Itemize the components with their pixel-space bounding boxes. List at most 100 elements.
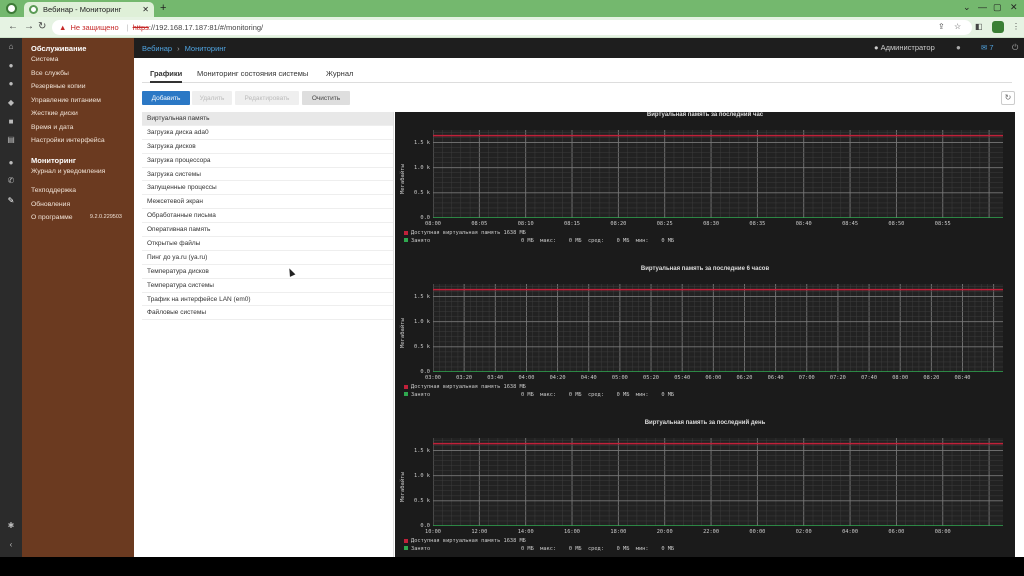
user-menu[interactable]: ● Администратор — [874, 43, 935, 52]
messages-button[interactable]: ✉ 7 — [981, 43, 994, 52]
edit-button[interactable]: Редактировать — [235, 91, 299, 105]
add-button[interactable]: Добавить — [142, 91, 190, 105]
legend-name: Доступная виртуальная память — [411, 230, 501, 236]
chart-list-item[interactable]: Запущенные процессы — [142, 181, 393, 196]
sidebar: Обслуживание Система Все службы Резервны… — [22, 38, 134, 557]
location-pin-icon[interactable]: ● — [6, 158, 16, 168]
document-icon[interactable]: ▤ — [6, 135, 16, 145]
chart-list-item[interactable]: Межсетевой экран — [142, 195, 393, 210]
chart-list-item[interactable]: Загрузка процессора — [142, 154, 393, 168]
chart-list-item[interactable]: Температура дисков — [142, 265, 393, 279]
x-tick-label: 08:10 — [517, 221, 534, 227]
user-icon[interactable]: ● — [6, 61, 16, 71]
chart-list-item[interactable]: Загрузка системы — [142, 168, 393, 182]
sidebar-item-logs[interactable]: Журнал и уведомления — [22, 165, 134, 179]
address-bar[interactable]: ▲ Не защищено | https ://192.168.17.187:… — [52, 20, 972, 35]
about-label: О программе — [31, 214, 73, 221]
sidebar-item-services[interactable]: Все службы — [22, 67, 134, 81]
users-icon[interactable]: ● — [6, 79, 16, 89]
settings-gear-icon[interactable]: ✱ — [6, 521, 16, 531]
messages-count: 7 — [989, 43, 994, 52]
legend-row: Занято 0 МБ макс: 0 МБ сред: 0 МБ мин: 0 … — [404, 546, 674, 554]
chevron-down-icon[interactable]: ⌄ — [963, 2, 971, 13]
sidebar-item-support[interactable]: Техподдержка — [22, 184, 134, 198]
version-label: 9.2.0.229503 — [89, 214, 122, 220]
folder-icon[interactable]: ■ — [6, 117, 16, 127]
delete-button[interactable]: Удалить — [192, 91, 232, 105]
legend-name: Доступная виртуальная память — [411, 384, 501, 390]
chart-list-item[interactable]: Обработанные письма — [142, 209, 393, 224]
chart-list: Виртуальная память Загрузка диска ada0 Заг… — [142, 112, 393, 321]
refresh-icon[interactable]: ↻ — [1001, 91, 1015, 105]
site-favicon-icon — [29, 5, 38, 14]
sidebar-item-power[interactable]: Управление питанием — [22, 94, 134, 108]
legend-swatch — [404, 538, 408, 543]
tab-graphs[interactable]: Графики — [150, 69, 183, 83]
close-window-icon[interactable]: ✕ — [1010, 2, 1018, 13]
legend-swatch — [404, 230, 408, 235]
back-icon[interactable]: ← — [8, 21, 18, 32]
maximize-icon[interactable]: ▢ — [993, 2, 1002, 13]
tab-journal[interactable]: Журнал — [326, 69, 353, 78]
user-name: Администратор — [880, 43, 935, 52]
menu-kebab-icon[interactable]: ⋮ — [1012, 22, 1020, 31]
x-tick-label: 08:00 — [892, 375, 909, 381]
phone-icon[interactable]: ✆ — [6, 176, 16, 186]
reload-icon[interactable]: ↻ — [38, 21, 46, 32]
chart-list-item[interactable]: Загрузка дисков — [142, 140, 393, 154]
browser-app-icon[interactable] — [6, 3, 17, 14]
share-icon[interactable]: ⇪ — [938, 22, 945, 31]
breadcrumb-root[interactable]: Вебинар — [142, 44, 172, 53]
chart-list-item[interactable]: Оперативная память — [142, 223, 393, 238]
logout-icon[interactable]: ⏻ — [1012, 43, 1018, 53]
x-tick-label: 07:20 — [829, 375, 846, 381]
sidebar-icon[interactable]: ◧ — [975, 22, 983, 31]
chart-list-item[interactable]: Температура системы — [142, 279, 393, 293]
shield-icon[interactable]: ◆ — [6, 98, 16, 108]
chart-legend: Доступная виртуальная память 1638 МБ Заня… — [404, 230, 674, 245]
sidebar-item-backups[interactable]: Резервные копии — [22, 80, 134, 94]
chart-list-item[interactable]: Виртуальная память — [142, 112, 393, 126]
wrench-icon[interactable]: ✎ — [6, 196, 16, 206]
x-tick-label: 08:40 — [954, 375, 971, 381]
chart-list-item[interactable]: Трафик на интерфейсе LAN (em0) — [142, 293, 393, 307]
graph-title: Виртуальная память за последние 6 часов — [640, 266, 770, 272]
bookmark-star-icon[interactable]: ☆ — [954, 22, 961, 31]
clear-button[interactable]: Очистить — [302, 91, 350, 105]
legend-swatch — [404, 238, 408, 242]
home-icon[interactable]: ⌂ — [6, 42, 16, 52]
legend-name: Доступная виртуальная память — [411, 538, 501, 544]
chart-list-item[interactable]: Пинг до ya.ru (ya.ru) — [142, 251, 393, 265]
plot-area — [433, 284, 1003, 372]
collapse-chevron-icon[interactable]: ‹ — [6, 540, 16, 550]
sidebar-item-system[interactable]: Система — [22, 53, 134, 67]
user-settings-icon[interactable]: ● — [956, 43, 961, 52]
x-tick-label: 05:20 — [643, 375, 660, 381]
chart-list-item[interactable]: Загрузка диска ada0 — [142, 126, 393, 140]
screen: Вебинар - Мониторинг ✕ + ⌄ — ▢ ✕ ← → ↻ ▲… — [0, 0, 1024, 557]
extension-icon[interactable] — [992, 21, 1004, 33]
legend-row: Доступная виртуальная память 1638 МБ — [404, 538, 674, 546]
sidebar-item-disks[interactable]: Жесткие диски — [22, 107, 134, 121]
sidebar-item-about[interactable]: О программе 9.2.0.229503 — [22, 211, 134, 225]
close-tab-icon[interactable]: ✕ — [142, 5, 149, 14]
tab-system-monitoring[interactable]: Мониторинг состояния системы — [197, 69, 308, 78]
minimize-icon[interactable]: — — [978, 2, 987, 12]
x-tick-label: 08:30 — [703, 221, 720, 227]
graph: Виртуальная память за последний день Мега… — [395, 420, 1015, 557]
chart-list-item[interactable]: Открытые файлы — [142, 237, 393, 251]
browser-tab[interactable]: Вебинар - Мониторинг ✕ — [24, 2, 154, 17]
sidebar-item-updates[interactable]: Обновления — [22, 198, 134, 212]
new-tab-icon[interactable]: + — [160, 2, 166, 14]
x-tick-label: 08:40 — [795, 221, 812, 227]
breadcrumb-current[interactable]: Мониторинг — [185, 44, 227, 53]
x-tick-label: 05:40 — [674, 375, 691, 381]
top-header: Вебинар › Мониторинг ● Администратор ● ✉… — [134, 38, 1024, 58]
chart-list-item[interactable]: Файловые системы — [142, 306, 393, 321]
sidebar-item-interface-settings[interactable]: Настройки интерфейса — [22, 134, 134, 148]
forward-icon[interactable]: → — [24, 21, 34, 32]
url-scheme: https — [132, 23, 149, 32]
x-tick-label: 07:40 — [861, 375, 878, 381]
y-axis-label: Мегабайты — [400, 472, 406, 502]
sidebar-item-datetime[interactable]: Время и дата — [22, 121, 134, 135]
